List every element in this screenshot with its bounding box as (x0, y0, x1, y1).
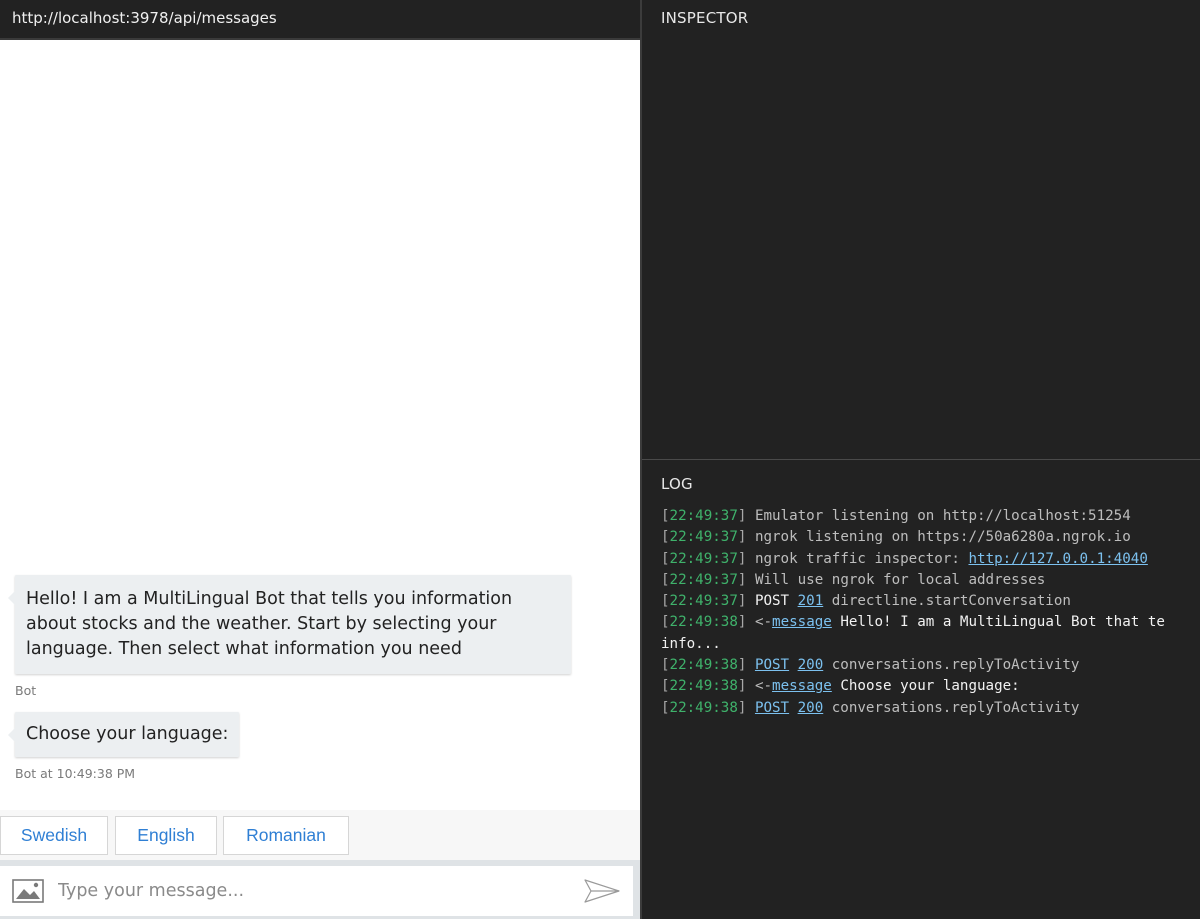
log-entry: [22:49:38] <-message Choose your language: (661, 676, 1200, 697)
log-bracket: [ (661, 699, 670, 716)
log-timestamp: 22:49:38 (669, 678, 738, 695)
log-method-link[interactable]: POST (755, 657, 789, 673)
log-method: POST (754, 593, 790, 610)
log-bracket: [ (661, 593, 670, 610)
bot-message: Choose your language: Bot at 10:49:38 PM (7, 712, 240, 781)
suggested-actions: Swedish English Romanian (0, 810, 640, 860)
message-input-container (0, 866, 633, 916)
log-entry: [22:49:38] POST 200 conversations.replyToAc… (661, 655, 1200, 676)
log-text: ngrok listening on https://50a6280a.ngro… (754, 529, 1131, 546)
log-entry: [22:49:37] ngrok traffic inspector: http:… (661, 549, 1200, 570)
language-button-english[interactable]: English (115, 816, 217, 855)
log-bracket: [ (661, 571, 670, 588)
log-message-link[interactable]: message (772, 614, 832, 630)
log-bracket: ] (737, 508, 747, 524)
log-bracket: [ (661, 529, 670, 546)
log-entry: [22:49:37] POST 201 directline.startConvers… (661, 591, 1200, 612)
log-timestamp: 22:49:37 (669, 550, 738, 567)
log-bracket: ] (737, 678, 747, 695)
log-entry: [22:49:38] <-message Hello! I am a MultiLi… (661, 612, 1200, 633)
log-bracket: [ (661, 678, 670, 695)
log-bracket: ] (737, 550, 747, 567)
log-bracket: [ (661, 550, 670, 567)
log-text: directline.startConversation (831, 593, 1071, 610)
log-bracket: ] (737, 614, 747, 631)
log-text: ngrok traffic inspector: (754, 550, 969, 567)
log-title: LOG (661, 475, 693, 493)
log-status-link[interactable]: 201 (798, 593, 824, 609)
log-text: conversations.replyToActivity (831, 699, 1080, 716)
log-entries[interactable]: [22:49:37] Emulator listening on http://l… (661, 506, 1200, 719)
message-bubble: Hello! I am a MultiLingual Bot that tell… (8, 575, 571, 674)
log-status-link[interactable]: 200 (798, 657, 824, 673)
log-bracket: ] (737, 699, 747, 716)
log-entry: [22:49:37] Emulator listening on http://l… (661, 506, 1200, 527)
log-url-link[interactable]: http://127.0.0.1:4040 (968, 551, 1147, 567)
log-bracket: [ (661, 657, 670, 674)
language-button-romanian[interactable]: Romanian (223, 816, 349, 855)
log-bracket: ] (737, 593, 747, 610)
log-entry-continuation: info... (661, 635, 721, 652)
log-text: conversations.replyToActivity (831, 657, 1080, 674)
log-entry: [22:49:37] Will use ngrok for local addre… (661, 570, 1200, 591)
message-sender: Bot (15, 683, 37, 698)
log-bracket: ] (737, 657, 747, 674)
log-method-link[interactable]: POST (755, 700, 789, 716)
log-direction-arrow: <- (754, 678, 773, 695)
message-input[interactable] (58, 874, 558, 908)
log-entry: [22:49:37] ngrok listening on https://50a… (661, 527, 1200, 548)
send-icon[interactable] (583, 878, 621, 904)
message-input-bar (0, 860, 640, 919)
log-direction-arrow: <- (754, 614, 773, 631)
log-timestamp: 22:49:38 (669, 657, 738, 674)
log-message-link[interactable]: message (772, 678, 832, 694)
log-bracket: [ (661, 614, 670, 631)
log-timestamp: 22:49:37 (669, 571, 738, 588)
bot-message: Hello! I am a MultiLingual Bot that tell… (8, 575, 571, 698)
image-upload-icon[interactable] (12, 879, 44, 903)
message-bubble: Choose your language: (7, 712, 240, 757)
log-bracket: [ (661, 508, 670, 524)
log-text: Emulator listening on http://localhost:5… (754, 508, 1131, 524)
log-text: Hello! I am a MultiLingual Bot that te (840, 614, 1165, 631)
log-text: Choose your language: (840, 678, 1020, 695)
endpoint-url: http://localhost:3978/api/messages (12, 9, 277, 27)
log-entry: [22:49:38] POST 200 conversations.replyToAc… (661, 698, 1200, 719)
log-status-link[interactable]: 200 (798, 700, 824, 716)
message-timestamp: Bot at 10:49:38 PM (15, 766, 136, 781)
inspector-panel: INSPECTOR (642, 0, 1200, 460)
emulator-window: http://localhost:3978/api/messages Hello… (0, 0, 1200, 919)
endpoint-url-bar[interactable]: http://localhost:3978/api/messages (0, 0, 640, 40)
log-text: Will use ngrok for local addresses (754, 571, 1046, 588)
log-timestamp: 22:49:38 (669, 699, 738, 716)
inspector-title: INSPECTOR (661, 9, 749, 27)
right-panel: INSPECTOR LOG [22:49:37] Emulator listeni… (642, 0, 1200, 919)
chat-panel: http://localhost:3978/api/messages Hello… (0, 0, 640, 919)
chat-history[interactable]: Hello! I am a MultiLingual Bot that tell… (0, 40, 640, 810)
log-bracket: ] (737, 571, 747, 588)
log-bracket: ] (737, 529, 747, 546)
language-button-swedish[interactable]: Swedish (0, 816, 108, 855)
log-timestamp: 22:49:37 (669, 593, 738, 610)
log-timestamp: 22:49:38 (669, 614, 738, 631)
log-timestamp: 22:49:37 (669, 508, 738, 524)
log-timestamp: 22:49:37 (669, 529, 738, 546)
log-panel: LOG [22:49:37] Emulator listening on http… (642, 461, 1200, 919)
